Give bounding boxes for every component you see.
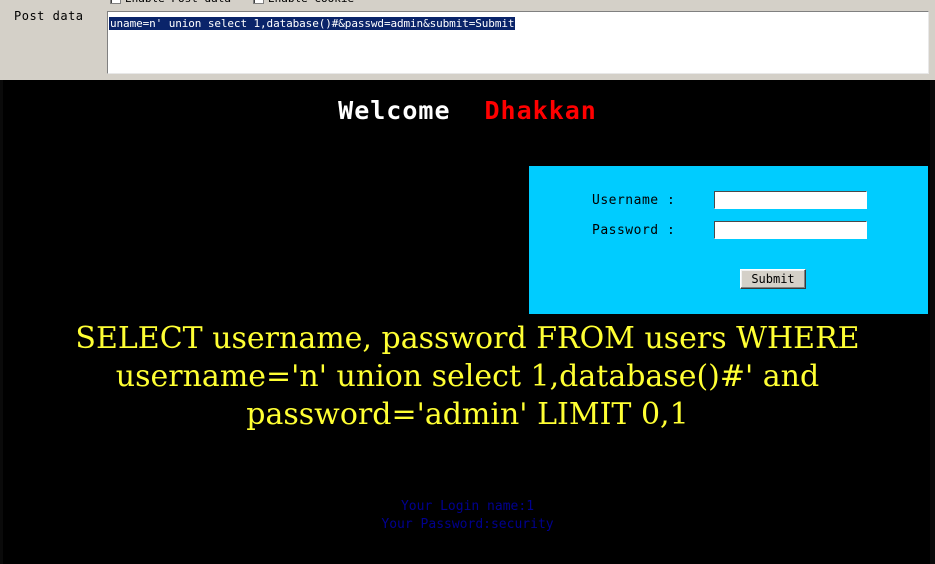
password-label: Password : [592,222,676,238]
post-data-value[interactable]: uname=n' union select 1,database()#&pass… [109,17,516,30]
page-left-edge [0,80,3,564]
page-right-edge [930,80,935,564]
sql-query-line: username='n' union select 1,database()#'… [115,359,820,394]
result-password: Your Password:security [381,517,554,532]
post-data-label: Post data [14,9,84,23]
checkbox-icon[interactable] [110,0,121,4]
password-input[interactable] [714,221,867,239]
post-data-textarea[interactable]: uname=n' union select 1,database()#&pass… [107,11,929,74]
username-row: Username : [592,191,867,209]
checkbox-icon[interactable] [252,0,264,4]
password-row: Password : [592,221,867,239]
login-form: Username : Password : Submit [529,166,928,314]
welcome-word: Welcome [338,96,451,125]
query-result-display: Your Login name:1 Your Password:security [0,498,935,534]
welcome-name: Dhakkan [484,96,597,125]
username-input[interactable] [714,191,867,209]
username-label: Username : [592,192,676,208]
sql-query-line: password='admin' LIMIT 0,1 [246,397,689,432]
result-login-name: Your Login name:1 [400,499,535,514]
submit-button[interactable]: Submit [740,269,806,289]
enable-cookie-label: Enable Cookie [268,0,354,5]
toolbar-checkbox-strip: Enable Post data Enable Cookie [0,0,935,5]
toolbar-options-row: Enable Post data Enable Cookie [110,0,354,5]
enable-post-data-label: Enable Post data [125,0,231,5]
web-page-content: Welcome Dhakkan Username : Password : Sub… [0,80,935,564]
welcome-heading: Welcome Dhakkan [0,96,935,125]
sql-query-line: SELECT username, password FROM users WHE… [75,321,860,356]
sql-query-display: SELECT username, password FROM users WHE… [0,320,935,434]
enable-cookie-option[interactable]: Enable Cookie [252,0,354,5]
post-data-tool-panel: Enable Post data Enable Cookie Post data… [0,0,935,80]
enable-post-data-option[interactable]: Enable Post data [110,0,231,5]
